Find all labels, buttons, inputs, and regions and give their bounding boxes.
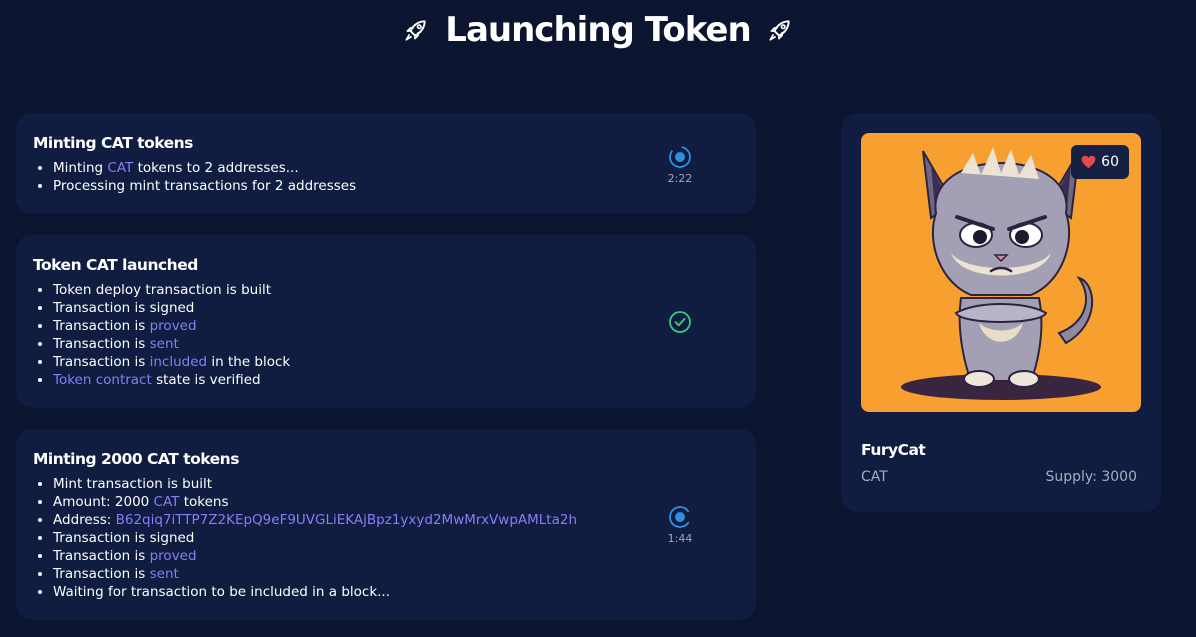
card-title: Minting 2000 CAT tokens — [33, 450, 239, 468]
list-item: Waiting for transaction to be included i… — [53, 583, 739, 601]
list-item: Transaction is sent — [53, 335, 739, 353]
list-item: Transaction is proved — [53, 317, 739, 335]
sent-link[interactable]: sent — [150, 336, 179, 352]
token-link[interactable]: CAT — [154, 494, 180, 510]
list-item: Token deploy transaction is built — [53, 281, 739, 299]
heart-icon — [1081, 155, 1096, 169]
page-title: Launching Token — [445, 10, 751, 50]
step-list: Mint transaction is built Amount: 2000 C… — [33, 475, 739, 601]
page-header: Launching Token — [0, 8, 1196, 52]
list-item: Address: B62qiq7iTTP7Z2KEpQ9eF9UVGLiEKAj… — [53, 511, 739, 529]
status-indicator: 2:22 — [660, 145, 700, 185]
proved-link[interactable]: proved — [150, 318, 197, 334]
list-item: Mint transaction is built — [53, 475, 739, 493]
timer: 2:22 — [667, 172, 693, 185]
list-item: Transaction is signed — [53, 299, 739, 317]
status-indicator — [660, 310, 700, 334]
token-name: FuryCat — [861, 441, 926, 459]
step-list: Token deploy transaction is built Transa… — [33, 281, 739, 389]
token-card[interactable]: 60 FuryCat CAT Supply: 3000 — [841, 113, 1161, 512]
list-item: Transaction is included in the block — [53, 353, 739, 371]
step-card-minting: Minting CAT tokens Minting CAT tokens to… — [16, 113, 756, 214]
status-indicator: 1:44 — [660, 505, 700, 545]
card-title: Token CAT launched — [33, 256, 198, 274]
loading-spinner-icon — [669, 146, 691, 168]
timer: 1:44 — [667, 532, 693, 545]
loading-spinner-icon — [669, 506, 691, 528]
list-item: Token contract state is verified — [53, 371, 739, 389]
sent-link[interactable]: sent — [150, 566, 179, 582]
list-item: Transaction is signed — [53, 529, 739, 547]
card-title: Minting CAT tokens — [33, 134, 193, 152]
list-item: Transaction is proved — [53, 547, 739, 565]
step-list: Minting CAT tokens to 2 addresses... Pro… — [33, 159, 739, 195]
like-count: 60 — [1101, 154, 1119, 170]
list-item: Transaction is sent — [53, 565, 739, 583]
token-link[interactable]: CAT — [107, 160, 133, 176]
list-item: Minting CAT tokens to 2 addresses... — [53, 159, 739, 177]
step-card-launched: Token CAT launched Token deploy transact… — [16, 235, 756, 408]
check-circle-icon — [669, 311, 691, 333]
token-image: 60 — [861, 133, 1141, 412]
like-badge[interactable]: 60 — [1071, 145, 1129, 179]
list-item: Amount: 2000 CAT tokens — [53, 493, 739, 511]
rocket-icon — [405, 20, 426, 41]
included-link[interactable]: included — [150, 354, 207, 370]
token-symbol: CAT — [861, 469, 888, 485]
step-card-minting-amount: Minting 2000 CAT tokens Mint transaction… — [16, 429, 756, 620]
proved-link[interactable]: proved — [150, 548, 197, 564]
token-supply: Supply: 3000 — [1045, 469, 1138, 485]
list-item: Processing mint transactions for 2 addre… — [53, 177, 739, 195]
token-contract-link[interactable]: Token contract — [53, 372, 152, 388]
address-link[interactable]: B62qiq7iTTP7Z2KEpQ9eF9UVGLiEKAjBpz1yxyd2… — [116, 512, 577, 528]
rocket-icon — [769, 20, 790, 41]
